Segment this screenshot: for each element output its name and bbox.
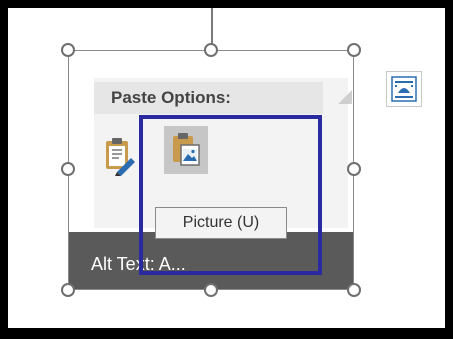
resize-handle-top-left[interactable] [61,43,75,57]
resize-handle-bottom[interactable] [204,283,218,297]
resize-handle-left[interactable] [61,162,75,176]
layout-options-icon [391,76,417,102]
document-canvas: Paste Options: Alt Text: A... Picture (U… [8,8,445,328]
resize-handle-top-right[interactable] [347,43,361,57]
resize-handle-right[interactable] [347,162,361,176]
layout-options-button[interactable] [386,71,422,107]
resize-handle-top[interactable] [204,43,218,57]
resize-handle-bottom-right[interactable] [347,283,361,297]
resize-handle-bottom-left[interactable] [61,283,75,297]
highlight-box [139,115,322,275]
